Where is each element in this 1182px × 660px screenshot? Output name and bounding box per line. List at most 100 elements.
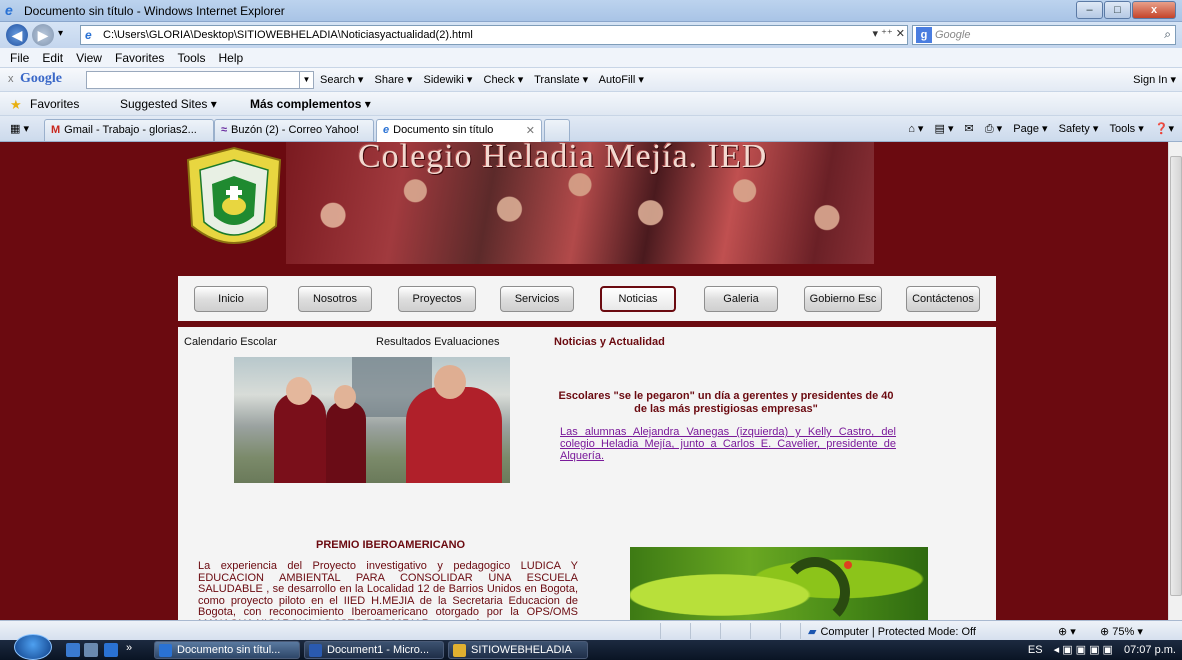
page-menu[interactable]: Page ▾ xyxy=(1013,123,1047,135)
nav-nosotros[interactable]: Nosotros xyxy=(298,286,372,312)
scrollbar-thumb[interactable] xyxy=(1170,156,1182,596)
toolbar-check[interactable]: Check ▾ xyxy=(484,74,524,86)
close-tab-icon[interactable]: ✕ xyxy=(526,124,535,137)
ie-icon: e xyxy=(5,2,13,18)
tab-label: Buzón (2) - Correo Yahoo! xyxy=(231,124,360,136)
menu-favorites[interactable]: Favorites xyxy=(115,51,164,65)
show-desktop-icon[interactable] xyxy=(66,643,80,657)
nav-servicios[interactable]: Servicios xyxy=(500,286,574,312)
taskbar: » Documento sin títul... Document1 - Mic… xyxy=(0,634,1182,660)
premio-title: PREMIO IBEROAMERICANO xyxy=(316,539,466,551)
menu-view[interactable]: View xyxy=(76,51,102,65)
quicklaunch-more-icon[interactable]: » xyxy=(126,642,132,654)
tab-gmail[interactable]: M Gmail - Trabajo - glorias2... xyxy=(44,119,214,141)
nav-noticias[interactable]: Noticias xyxy=(600,286,676,312)
zoom-level[interactable]: ⊕ 75% ▾ xyxy=(1100,625,1143,638)
search-box[interactable]: g Google ⌕ xyxy=(912,25,1176,45)
print-icon[interactable]: ⎙ ▾ xyxy=(985,123,1002,135)
home-icon[interactable]: ⌂ ▾ xyxy=(908,123,923,135)
address-url[interactable]: C:\Users\GLORIA\Desktop\SITIOWEBHELADIA\… xyxy=(103,29,473,41)
tab-label: Documento sin título xyxy=(393,124,494,136)
chevron-down-icon[interactable]: ▼ xyxy=(299,72,313,88)
mail-icon[interactable]: ✉ xyxy=(965,123,974,135)
menu-help[interactable]: Help xyxy=(219,51,244,65)
favorites-bar: ★ Favorites Suggested Sites ▾ Más comple… xyxy=(0,92,1182,116)
taskbar-item-folder[interactable]: SITIOWEBHELADIA xyxy=(448,641,588,659)
vertical-scrollbar[interactable] xyxy=(1168,142,1182,620)
toolbar-translate[interactable]: Translate ▾ xyxy=(534,74,588,86)
close-button[interactable]: x xyxy=(1132,1,1176,19)
tab-label: Gmail - Trabajo - glorias2... xyxy=(64,124,197,136)
help-icon[interactable]: ❓▾ xyxy=(1155,123,1174,135)
feeds-icon[interactable]: ▤ ▾ xyxy=(935,123,954,135)
taskbar-item-label: SITIOWEBHELADIA xyxy=(471,644,572,656)
yahoo-icon: ≈ xyxy=(221,124,228,136)
minimize-button[interactable]: – xyxy=(1076,1,1103,19)
safety-menu[interactable]: Safety ▾ xyxy=(1059,123,1099,135)
taskbar-item-ie[interactable]: Documento sin títul... xyxy=(154,641,300,659)
shield-icon: ▰ xyxy=(808,626,817,638)
nav-gobierno[interactable]: Gobierno Esc xyxy=(804,286,882,312)
news-headline: Escolares "se le pegaron" un día a geren… xyxy=(558,390,894,415)
quick-tabs-icon[interactable]: ▦ ▾ xyxy=(10,122,29,135)
window-title: Documento sin título - Windows Internet … xyxy=(24,4,285,18)
toolbar-search[interactable]: Search ▾ xyxy=(320,74,363,86)
news-caption-link[interactable]: Las alumnas Alejandra Vanegas (izquierda… xyxy=(560,426,896,462)
start-button[interactable] xyxy=(14,634,52,660)
security-zone[interactable]: ▰ Computer | Protected Mode: Off xyxy=(808,625,976,638)
taskbar-item-label: Document1 - Micro... xyxy=(327,644,430,656)
command-bar: ⌂ ▾ ▤ ▾ ✉ ⎙ ▾ Page ▾ Safety ▾ Tools ▾ ❓▾ xyxy=(900,122,1174,136)
folder-icon xyxy=(453,644,466,657)
tab-row: ▦ ▾ M Gmail - Trabajo - glorias2... ≈ Buzó… xyxy=(0,116,1182,142)
menu-file[interactable]: File xyxy=(10,51,29,65)
tab-documento[interactable]: e Documento sin título ✕ xyxy=(376,119,542,142)
toolbar-share[interactable]: Share ▾ xyxy=(375,74,413,86)
favorites-button[interactable]: Favorites xyxy=(30,97,79,111)
taskbar-item-label: Documento sin títul... xyxy=(177,644,281,656)
tab-yahoo[interactable]: ≈ Buzón (2) - Correo Yahoo! xyxy=(214,119,374,141)
nav-galeria[interactable]: Galeria xyxy=(704,286,778,312)
nav-contactenos[interactable]: Contáctenos xyxy=(906,286,980,312)
status-bar: ▰ Computer | Protected Mode: Off ⊕ ▾ ⊕ 75… xyxy=(0,620,1182,640)
taskbar-item-word[interactable]: Document1 - Micro... xyxy=(304,641,444,659)
clock[interactable]: 07:07 p.m. xyxy=(1124,644,1176,656)
menu-tools[interactable]: Tools xyxy=(177,51,205,65)
more-addons[interactable]: Más complementos ▾ xyxy=(250,97,371,111)
nav-inicio[interactable]: Inicio xyxy=(194,286,268,312)
search-icon[interactable]: ⌕ xyxy=(1164,27,1171,42)
menu-edit[interactable]: Edit xyxy=(42,51,63,65)
suggested-sites[interactable]: Suggested Sites ▾ xyxy=(120,97,217,111)
security-zone-label: Computer | Protected Mode: Off xyxy=(820,626,976,638)
link-noticias[interactable]: Noticias y Actualidad xyxy=(554,336,665,348)
search-placeholder[interactable]: Google xyxy=(935,29,970,41)
maximize-button[interactable]: □ xyxy=(1104,1,1131,19)
sign-in-button[interactable]: Sign In ▾ xyxy=(1133,73,1176,86)
address-row: ◀ ▶ ▾ e C:\Users\GLORIA\Desktop\SITIOWEB… xyxy=(0,22,1182,48)
forward-button[interactable]: ▶ xyxy=(32,24,54,46)
window-controls: – □ x xyxy=(1075,1,1176,20)
close-toolbar-icon[interactable]: x xyxy=(8,73,14,85)
nav-proyectos[interactable]: Proyectos xyxy=(398,286,476,312)
toolbar-autofill[interactable]: AutoFill ▾ xyxy=(599,74,644,86)
toolbar-sidewiki[interactable]: Sidewiki ▾ xyxy=(424,74,473,86)
switch-windows-icon[interactable] xyxy=(84,643,98,657)
premio-text: La experiencia del Proyecto investigativ… xyxy=(198,560,578,620)
link-resultados[interactable]: Resultados Evaluaciones xyxy=(376,336,500,348)
page-icon: e xyxy=(85,28,92,42)
google-search-input[interactable]: ▼ xyxy=(86,71,314,89)
link-calendario[interactable]: Calendario Escolar xyxy=(184,336,277,348)
tray-icons[interactable]: ◂ ▣ ▣ ▣ ▣ xyxy=(1054,644,1113,656)
protected-mode-icon[interactable]: ⊕ ▾ xyxy=(1058,625,1076,638)
language-indicator[interactable]: ES xyxy=(1028,644,1043,656)
star-icon: ★ xyxy=(10,97,22,112)
new-tab-button[interactable] xyxy=(544,119,570,141)
system-tray: ES ◂ ▣ ▣ ▣ ▣ 07:07 p.m. xyxy=(1028,643,1176,656)
menu-bar: File Edit View Favorites Tools Help xyxy=(0,48,1182,68)
tools-menu[interactable]: Tools ▾ xyxy=(1109,123,1143,135)
ie-quicklaunch-icon[interactable] xyxy=(104,643,118,657)
address-bar[interactable]: e C:\Users\GLORIA\Desktop\SITIOWEBHELADI… xyxy=(80,25,908,45)
forest-illustration xyxy=(630,547,928,620)
back-button[interactable]: ◀ xyxy=(6,24,28,46)
recent-pages-dropdown[interactable]: ▾ xyxy=(58,28,63,39)
address-controls[interactable]: ▾ ⁺⁺ ✕ xyxy=(873,27,905,40)
